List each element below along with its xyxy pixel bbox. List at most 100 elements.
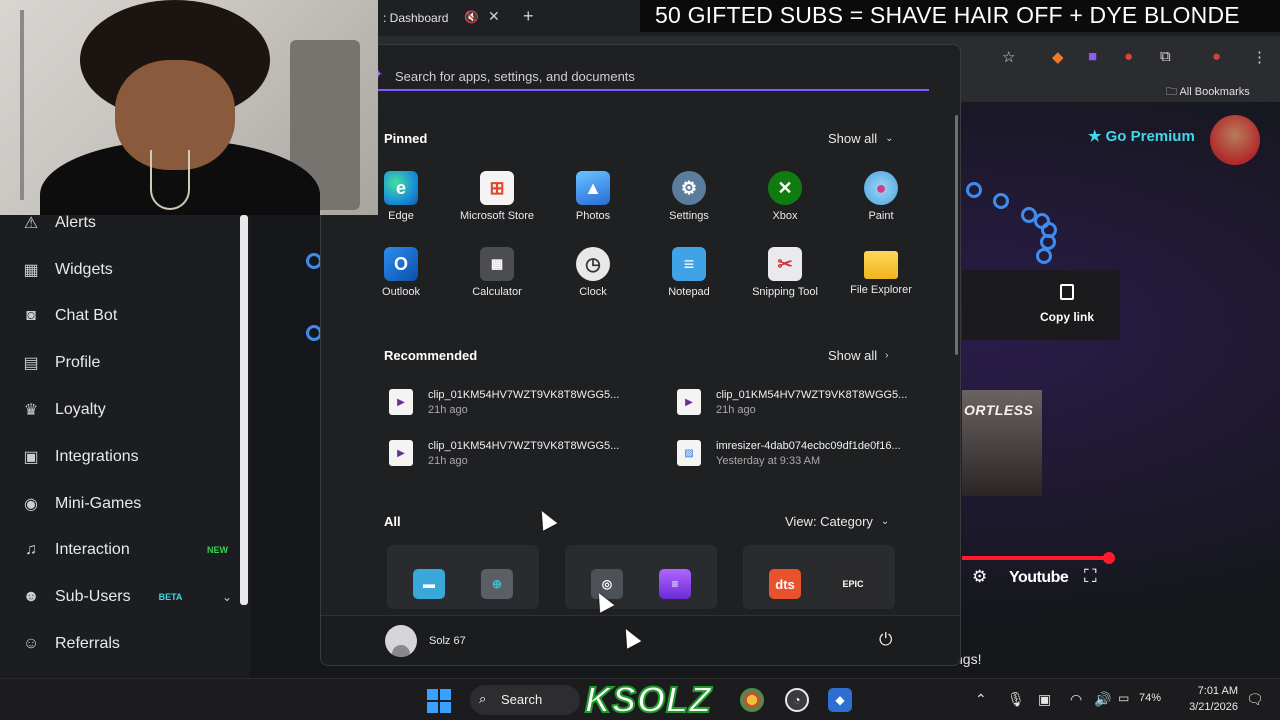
pinned-app-settings[interactable]: ⚙ Settings (641, 167, 737, 239)
sidebar-item-profile[interactable]: ▤ Profile (0, 343, 240, 383)
recommended-item[interactable]: ▨ imresizer-4dab074ecbc09df1de0f16... Ye… (672, 433, 942, 473)
clock-time[interactable]: 7:01 AM (1188, 685, 1238, 697)
all-bookmarks-button[interactable]: 🗀 All Bookmarks (1166, 83, 1250, 102)
pinned-title: Pinned (384, 131, 428, 146)
magnifier-icon[interactable]: ⊕ (481, 569, 513, 599)
clipchamp-icon[interactable]: ≡ (659, 569, 691, 599)
settings-icon: ⚙ (672, 171, 706, 205)
category-tile[interactable] (387, 545, 539, 609)
gear-icon[interactable]: ⚙ (972, 567, 987, 587)
image-file-icon: ▨ (677, 440, 701, 466)
network-icon[interactable]: ▣ (1038, 691, 1051, 708)
all-apps-title: All (384, 514, 401, 529)
premium-avatar[interactable] (1210, 115, 1260, 165)
taskbar-app-icon[interactable]: ◆ (828, 688, 852, 712)
youtube-logo[interactable]: Youtube (1009, 569, 1069, 587)
close-tab-icon[interactable]: ✕ (488, 8, 500, 25)
user-name[interactable]: Solz 67 (429, 635, 466, 647)
robot-icon: ◙ (26, 307, 36, 324)
taskbar-search[interactable]: ⌕ Search (470, 685, 580, 715)
power-icon[interactable]: ⏻ (879, 630, 892, 650)
microphone-icon[interactable]: 🎙 (1007, 691, 1025, 708)
sidebar-item-chat-bot[interactable]: ◙ Chat Bot (0, 296, 240, 336)
category-tile[interactable] (565, 545, 717, 609)
browser-menu-icon[interactable]: ⋮ (1252, 48, 1267, 66)
extension-record-icon[interactable]: ● (1124, 48, 1133, 65)
sidebar-item-sub-users[interactable]: ☻ Sub-Users BETA ⌄ (0, 577, 240, 617)
mute-tab-icon[interactable]: 🔇 (464, 10, 479, 24)
fullscreen-icon[interactable]: ⛶ (1084, 566, 1097, 587)
chevron-down-icon[interactable]: ⌄ (222, 590, 232, 604)
chevron-up-icon[interactable]: ⌃ (975, 691, 987, 708)
new-tab-icon[interactable]: + (523, 6, 534, 27)
pinned-app-microsoft-store[interactable]: ⊞ Microsoft Store (449, 167, 545, 239)
profile-avatar-icon[interactable]: ● (1212, 48, 1221, 65)
pinned-app-file-explorer[interactable]: File Explorer (833, 243, 929, 315)
volume-icon[interactable]: 🔊 (1094, 691, 1111, 708)
start-search-input[interactable] (395, 64, 915, 88)
extensions-puzzle-icon[interactable]: ⧉ (1160, 48, 1171, 65)
video-controls: ⚙ Youtube ⛶ (972, 566, 1112, 590)
copy-link-button[interactable]: Copy link (1040, 310, 1094, 324)
start-menu-scrollbar[interactable] (955, 115, 958, 355)
recommended-item[interactable]: ▶ clip_01KM54HV7WZT9VK8T8WGG5... 21h ago (384, 433, 654, 473)
app-label: Xbox (772, 210, 798, 222)
battery-icon[interactable]: ▭ (1118, 691, 1129, 705)
ksolz-logo-overlay: KSOLZ (584, 678, 712, 720)
sidebar-scrollbar[interactable] (240, 215, 248, 605)
go-premium-button[interactable]: ★ Go Premium (1088, 127, 1195, 145)
music-icon: ♫ (25, 541, 37, 558)
edge-icon: e (384, 171, 418, 205)
webcam-background-lamp (20, 10, 24, 200)
pinned-show-all-button[interactable]: Show all ⌄ (828, 131, 894, 146)
user-avatar[interactable] (385, 625, 417, 657)
video-progress-bar[interactable] (962, 556, 1112, 560)
pinned-app-snipping-tool[interactable]: ✂ Snipping Tool (737, 243, 833, 315)
video-progress-handle[interactable] (1103, 552, 1115, 564)
users-icon: ☻ (22, 588, 40, 605)
extension-orange-icon[interactable]: ◆ (1052, 48, 1064, 66)
sidebar-item-mini-games[interactable]: ◉ Mini-Games (0, 484, 240, 524)
grid-icon: ▦ (23, 262, 39, 279)
pinned-app-calculator[interactable]: ▦ Calculator (449, 243, 545, 315)
trophy-icon: ♛ (23, 402, 39, 419)
pinned-app-xbox[interactable]: ✕ Xbox (737, 167, 833, 239)
sidebar-item-referrals[interactable]: ☺ Referrals (0, 624, 240, 664)
epic-games-icon[interactable]: EPIC (837, 569, 869, 599)
pinned-app-outlook[interactable]: O Outlook (353, 243, 449, 315)
sidebar-item-label: Integrations (55, 448, 139, 465)
tab-dashboard-title[interactable]: : Dashboard (383, 11, 448, 25)
notepad-icon: ≡ (672, 247, 706, 281)
sidebar-item-integrations[interactable]: ▣ Integrations (0, 437, 240, 477)
sidebar-item-interaction[interactable]: ♫ Interaction NEW (0, 530, 240, 570)
gamepad-icon: ◉ (24, 496, 38, 513)
notification-icon[interactable]: 🗨 (1246, 691, 1264, 708)
dts-icon[interactable]: dts (769, 569, 801, 599)
sidebar-item-widgets[interactable]: ▦ Widgets (0, 250, 240, 290)
warning-icon: ⚠ (23, 215, 39, 232)
wifi-icon[interactable]: ◠ (1070, 691, 1082, 708)
category-app-icon[interactable]: ▬ (413, 569, 445, 599)
copy-icon[interactable] (1060, 284, 1074, 300)
sidebar-item-label: Profile (55, 354, 101, 371)
extension-twitch-icon[interactable]: ■ (1088, 48, 1097, 65)
pinned-app-clock[interactable]: ◷ Clock (545, 243, 641, 315)
people-icon: ☺ (22, 635, 40, 652)
pinned-app-paint[interactable]: ● Paint (833, 167, 929, 239)
recommended-show-all-button[interactable]: Show all › (828, 348, 888, 363)
recommended-item[interactable]: ▶ clip_01KM54HV7WZT9VK8T8WGG5... 21h ago (384, 382, 654, 422)
obs-icon[interactable]: ◔ (785, 688, 809, 712)
sidebar-item-loyalty[interactable]: ♛ Loyalty (0, 390, 240, 430)
webcam-overlay (0, 0, 378, 215)
bookmark-star-icon[interactable]: ☆ (1002, 48, 1015, 66)
chrome-icon[interactable] (740, 688, 764, 712)
category-tile[interactable] (743, 545, 895, 609)
start-search: ✦ (373, 61, 929, 91)
pinned-app-notepad[interactable]: ≡ Notepad (641, 243, 737, 315)
recommended-item[interactable]: ▶ clip_01KM54HV7WZT9VK8T8WGG5... 21h ago (672, 382, 942, 422)
outlook-icon: O (384, 247, 418, 281)
pinned-app-photos[interactable]: ▲ Photos (545, 167, 641, 239)
windows-start-button[interactable] (427, 689, 451, 713)
view-category-button[interactable]: View: Category ⌄ (785, 514, 889, 529)
clock-date[interactable]: 3/21/2026 (1178, 701, 1238, 713)
